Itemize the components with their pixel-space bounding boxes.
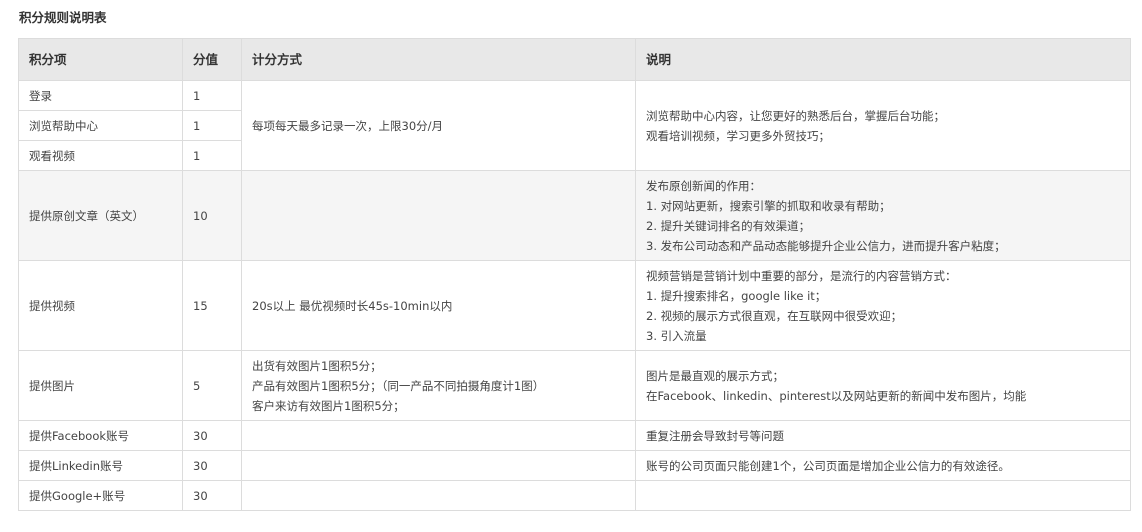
cell-desc: 重复注册会导致封号等问题 <box>635 420 1131 451</box>
table-row: 提供Linkedin账号 30 账号的公司页面只能创建1个，公司页面是增加企业公… <box>18 450 1131 481</box>
cell-desc: 账号的公司页面只能创建1个，公司页面是增加企业公信力的有效途径。 <box>635 450 1131 481</box>
cell-method: 20s以上 最优视频时长45s-10min以内 <box>241 260 636 351</box>
page-title: 积分规则说明表 <box>19 10 107 25</box>
cell-method: 出货有效图片1图积5分； 产品有效图片1图积5分；（同一产品不同拍摄角度计1图）… <box>241 350 636 421</box>
cell-item: 提供图片 <box>18 350 183 421</box>
cell-points: 30 <box>182 480 242 511</box>
cell-points: 10 <box>182 170 242 261</box>
cell-item: 提供原创文章（英文） <box>18 170 183 261</box>
cell-method: 每项每天最多记录一次，上限30分/月 <box>241 80 636 171</box>
cell-desc: 发布原创新闻的作用： 1. 对网站更新，搜索引擎的抓取和收录有帮助； 2. 提升… <box>635 170 1131 261</box>
cell-item: 提供Google+账号 <box>18 480 183 511</box>
table-header-row: 积分项 分值 计分方式 说明 <box>18 38 1131 81</box>
table-row: 提供图片 5 出货有效图片1图积5分； 产品有效图片1图积5分；（同一产品不同拍… <box>18 350 1131 421</box>
cell-method <box>241 170 636 261</box>
cell-points: 1 <box>182 80 242 111</box>
header-method: 计分方式 <box>241 38 636 81</box>
table-row: 提供视频 15 20s以上 最优视频时长45s-10min以内 视频营销是营销计… <box>18 260 1131 351</box>
cell-points: 5 <box>182 350 242 421</box>
header-points: 分值 <box>182 38 242 81</box>
cell-points: 30 <box>182 450 242 481</box>
cell-desc: 浏览帮助中心内容，让您更好的熟悉后台，掌握后台功能； 观看培训视频，学习更多外贸… <box>635 80 1131 171</box>
cell-desc <box>635 480 1131 511</box>
cell-item: 提供视频 <box>18 260 183 351</box>
cell-item: 提供Linkedin账号 <box>18 450 183 481</box>
cell-points: 1 <box>182 110 242 141</box>
cell-method <box>241 450 636 481</box>
cell-item: 观看视频 <box>18 140 183 171</box>
header-item: 积分项 <box>18 38 183 81</box>
cell-item: 提供Facebook账号 <box>18 420 183 451</box>
header-desc: 说明 <box>635 38 1131 81</box>
cell-method <box>241 420 636 451</box>
cell-item: 浏览帮助中心 <box>18 110 183 141</box>
table-row: 提供原创文章（英文） 10 发布原创新闻的作用： 1. 对网站更新，搜索引擎的抓… <box>18 170 1131 261</box>
table-row: 提供Facebook账号 30 重复注册会导致封号等问题 <box>18 420 1131 451</box>
cell-desc: 视频营销是营销计划中重要的部分，是流行的内容营销方式： 1. 提升搜索排名，go… <box>635 260 1131 351</box>
table-row: 登录 1 每项每天最多记录一次，上限30分/月 浏览帮助中心内容，让您更好的熟悉… <box>18 80 1131 171</box>
table-row: 提供Google+账号 30 <box>18 480 1131 511</box>
cell-item: 登录 <box>18 80 183 111</box>
cell-points: 1 <box>182 140 242 171</box>
rules-table: 积分项 分值 计分方式 说明 登录 1 每项每天最多记录一次，上限30分/月 浏… <box>18 38 1131 511</box>
cell-desc: 图片是最直观的展示方式； 在Facebook、linkedin、pinteres… <box>635 350 1131 421</box>
cell-method <box>241 480 636 511</box>
cell-points: 15 <box>182 260 242 351</box>
cell-points: 30 <box>182 420 242 451</box>
